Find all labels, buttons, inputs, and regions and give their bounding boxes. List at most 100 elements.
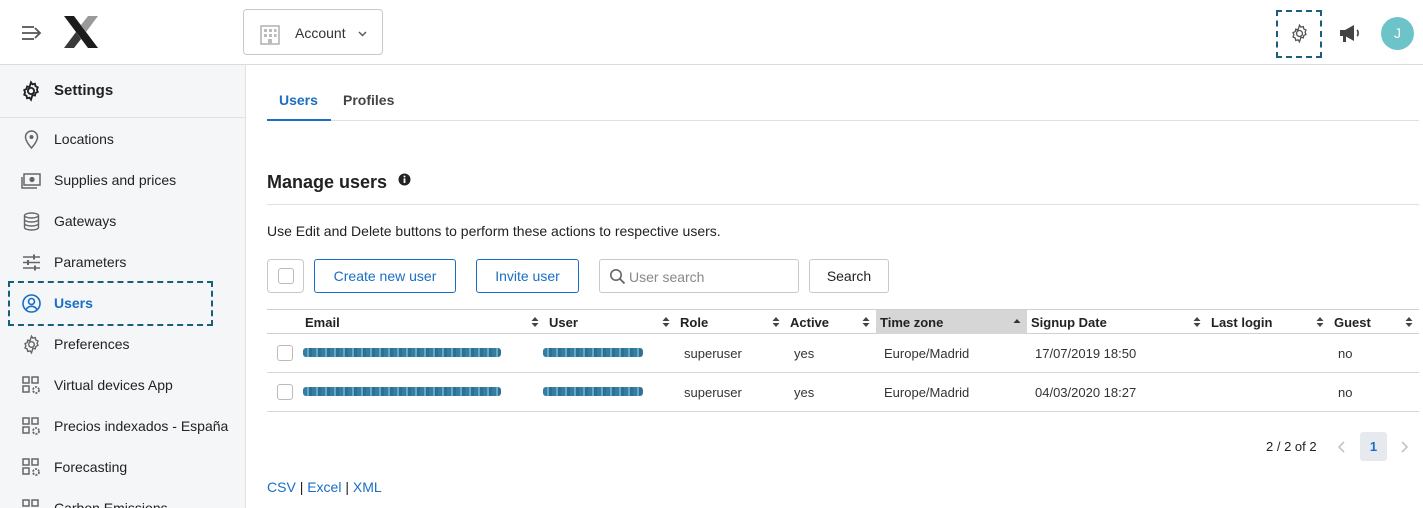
cell-signup-date: 17/07/2019 18:50: [1035, 346, 1137, 361]
column-header-role[interactable]: Role: [676, 310, 786, 334]
cell-guest: no: [1338, 385, 1353, 400]
cell-active: yes: [794, 385, 815, 400]
cell-time-zone: Europe/Madrid: [884, 346, 970, 361]
sidebar-item-precios-indexados[interactable]: Precios indexados - España: [0, 406, 245, 447]
cell-guest: no: [1338, 346, 1353, 361]
app-grid-gear-icon: [22, 376, 40, 394]
create-new-user-button[interactable]: Create new user: [314, 259, 456, 293]
redacted-user: [543, 348, 643, 357]
separator: |: [299, 479, 304, 495]
search-icon: [610, 269, 626, 285]
tab-profiles[interactable]: Profiles: [343, 92, 394, 108]
column-header-user[interactable]: User: [545, 310, 676, 334]
settings-gear-button[interactable]: [1276, 10, 1322, 58]
user-circle-icon: [22, 294, 41, 313]
column-header-guest[interactable]: Guest: [1330, 310, 1419, 334]
gear-icon: [23, 80, 39, 102]
cell-signup-date: 04/03/2020 18:27: [1035, 385, 1137, 400]
sort-icon: [1405, 317, 1413, 327]
sidebar-item-parameters[interactable]: Parameters: [0, 242, 245, 283]
sidebar-item-preferences[interactable]: Preferences: [0, 324, 245, 365]
cell-role: superuser: [684, 385, 742, 400]
search-button[interactable]: Search: [809, 259, 889, 293]
sidebar-item-label: Gateways: [54, 213, 117, 229]
database-icon: [23, 212, 40, 231]
sort-icon: [862, 317, 870, 327]
sort-icon: [1316, 317, 1324, 327]
megaphone-icon[interactable]: [1336, 20, 1362, 46]
sidebar-item-label: Virtual devices App: [54, 377, 173, 393]
sidebar-item-label: Precios indexados - España: [54, 418, 229, 434]
export-csv-link[interactable]: CSV: [267, 479, 296, 495]
app-grid-gear-icon: [22, 417, 40, 435]
user-search-field: [599, 259, 799, 293]
sort-icon: [1193, 317, 1201, 327]
sidebar-item-virtual-devices-app[interactable]: Virtual devices App: [0, 365, 245, 406]
sidebar-header: Settings: [0, 65, 245, 118]
sort-icon: [662, 317, 670, 327]
menu-toggle-icon[interactable]: [20, 22, 44, 44]
account-label: Account: [295, 25, 346, 41]
app-grid-gear-icon: [22, 499, 39, 507]
sidebar-item-gateways[interactable]: Gateways: [0, 201, 245, 242]
redacted-email: [303, 387, 501, 396]
select-all-checkbox[interactable]: [267, 259, 304, 293]
row-checkbox[interactable]: [277, 345, 293, 361]
column-header-email[interactable]: Email: [301, 310, 545, 334]
sidebar-item-label: Preferences: [54, 336, 130, 352]
money-icon: [21, 173, 41, 189]
sliders-icon: [23, 254, 40, 271]
sidebar-item-label: Locations: [54, 131, 114, 147]
redacted-email: [303, 348, 501, 357]
user-avatar[interactable]: J: [1381, 17, 1414, 50]
title-divider: [267, 204, 1419, 205]
sidebar-item-carbon-emissions[interactable]: Carbon Emissions: [0, 488, 245, 508]
top-bar: Account J: [0, 0, 1423, 65]
redacted-user: [543, 387, 643, 396]
column-header-last-login[interactable]: Last login: [1207, 310, 1330, 334]
cell-active: yes: [794, 346, 815, 361]
cell-time-zone: Europe/Madrid: [884, 385, 970, 400]
chevron-down-icon: [358, 31, 367, 37]
map-pin-icon: [24, 130, 39, 150]
sidebar-item-locations[interactable]: Locations: [0, 119, 245, 160]
settings-sidebar: Settings Locations Supplies and prices G…: [0, 65, 246, 508]
sort-icon: [772, 317, 780, 327]
invite-user-button[interactable]: Invite user: [476, 259, 579, 293]
building-icon: [260, 25, 280, 45]
chevron-right-icon[interactable]: [1397, 438, 1411, 456]
sidebar-item-label: Parameters: [54, 254, 127, 270]
sidebar-item-label: Forecasting: [54, 459, 128, 475]
gear-icon: [24, 334, 39, 355]
chevron-left-icon[interactable]: [1335, 438, 1349, 456]
account-selector-button[interactable]: Account: [243, 9, 383, 55]
column-header-time-zone[interactable]: Time zone: [876, 310, 1027, 334]
export-xml-link[interactable]: XML: [353, 479, 382, 495]
page-title: Manage users: [267, 172, 388, 192]
column-header-active[interactable]: Active: [786, 310, 876, 334]
row-checkbox[interactable]: [277, 384, 293, 400]
sidebar-item-users[interactable]: Users: [0, 283, 245, 324]
export-excel-link[interactable]: Excel: [307, 479, 341, 495]
table-header: Email User Role Active Time zone Signup …: [267, 309, 1419, 334]
page-button-current[interactable]: 1: [1360, 432, 1387, 461]
sidebar-item-label: Carbon Emissions: [54, 500, 168, 508]
search-input[interactable]: [629, 266, 794, 288]
brand-logo[interactable]: [62, 14, 100, 50]
app-grid-gear-icon: [22, 458, 40, 476]
tab-users[interactable]: Users: [279, 92, 318, 108]
sidebar-item-supplies-and-prices[interactable]: Supplies and prices: [0, 160, 245, 201]
sidebar-item-forecasting[interactable]: Forecasting: [0, 447, 245, 488]
table-row[interactable]: superuser yes Europe/Madrid 04/03/2020 1…: [267, 373, 1419, 412]
cell-role: superuser: [684, 346, 742, 361]
pagination-info: 2 / 2 of 2: [1266, 439, 1317, 454]
table-row[interactable]: superuser yes Europe/Madrid 17/07/2019 1…: [267, 334, 1419, 373]
info-icon[interactable]: [398, 173, 411, 186]
separator: |: [345, 479, 349, 495]
sort-asc-icon: [1013, 319, 1021, 323]
sidebar-item-label: Supplies and prices: [54, 172, 177, 188]
column-header-signup-date[interactable]: Signup Date: [1027, 310, 1207, 334]
active-tab-indicator: [267, 119, 331, 121]
sidebar-item-label: Users: [54, 295, 93, 311]
gear-icon: [1292, 23, 1307, 44]
